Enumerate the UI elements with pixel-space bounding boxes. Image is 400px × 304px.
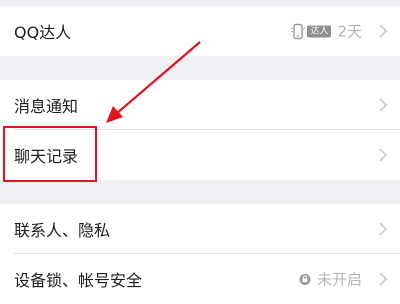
qq-expert-badge-tag: 达人 [307, 25, 332, 37]
chevron-right-icon [379, 98, 388, 112]
chevron-right-icon [379, 24, 388, 38]
qq-expert-badge-icon: 达人 [290, 22, 332, 40]
annotation-highlight-box [3, 126, 97, 182]
qq-expert-days: 2天 [337, 22, 362, 41]
phone-glyph-icon [291, 23, 306, 39]
device-lock-security-label: 设备锁、帐号安全 [14, 271, 143, 290]
contacts-privacy-row[interactable]: 联系人、隐私 [0, 204, 400, 254]
chevron-right-icon [379, 148, 388, 162]
message-notification-label: 消息通知 [14, 97, 79, 116]
chevron-right-icon [379, 222, 388, 236]
lock-icon [299, 273, 311, 285]
qq-expert-row[interactable]: QQ达人 达人 2天 [0, 6, 400, 56]
device-lock-status-text: 未开启 [316, 270, 362, 289]
settings-group-1: QQ达人 达人 2天 [0, 6, 400, 56]
message-notification-row[interactable]: 消息通知 [0, 80, 400, 130]
settings-group-3: 联系人、隐私 设备锁、帐号安全 未开启 [0, 204, 400, 304]
contacts-privacy-label: 联系人、隐私 [14, 221, 111, 240]
device-lock-status: 未开启 [299, 269, 362, 290]
device-lock-security-row[interactable]: 设备锁、帐号安全 未开启 [0, 254, 400, 304]
qq-expert-info: 达人 2天 [290, 21, 362, 42]
chevron-right-icon [379, 272, 388, 286]
qq-expert-label: QQ达人 [14, 23, 72, 42]
